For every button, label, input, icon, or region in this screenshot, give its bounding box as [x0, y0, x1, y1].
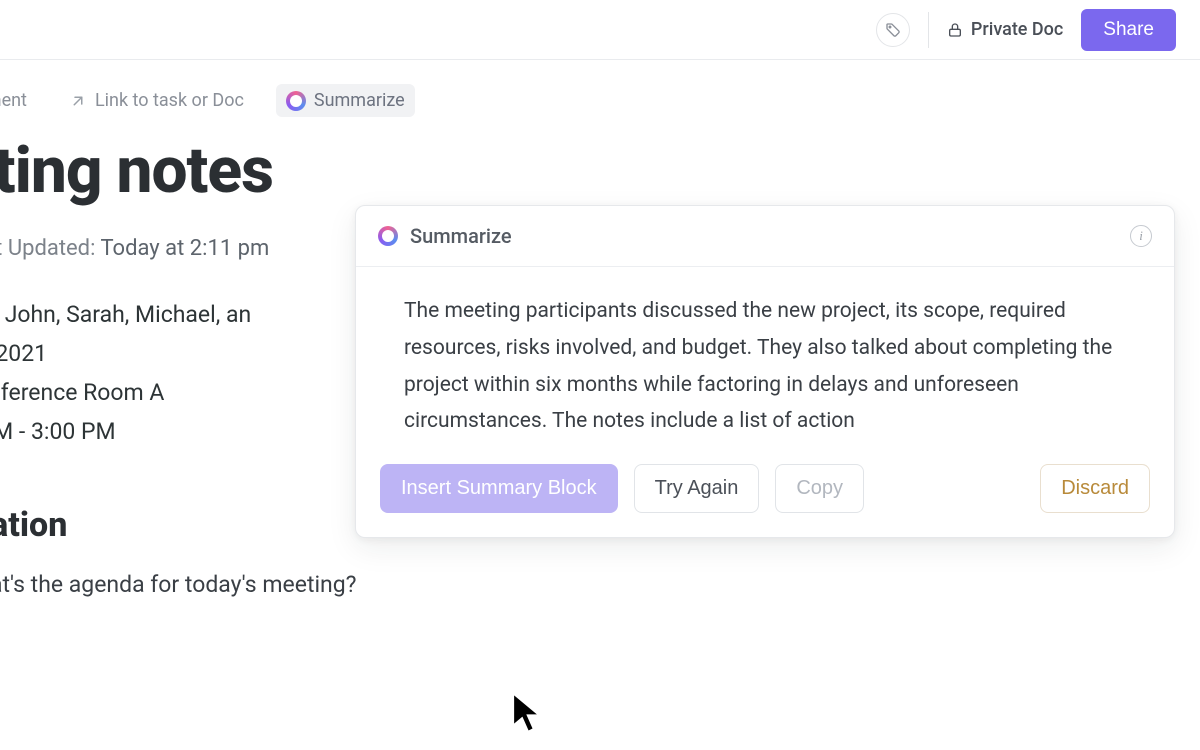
- doc-toolbar: mment Link to task or Doc Summarize: [0, 60, 1200, 129]
- copy-button[interactable]: Copy: [775, 464, 864, 513]
- last-updated-value: Today at 2:11 pm: [100, 236, 269, 261]
- insert-summary-button[interactable]: Insert Summary Block: [380, 464, 618, 513]
- discard-button[interactable]: Discard: [1040, 464, 1150, 513]
- conversation-line: what's the agenda for today's meeting?: [0, 571, 1200, 598]
- privacy-toggle[interactable]: Private Doc: [947, 19, 1063, 40]
- link-tool-label: Link to task or Doc: [95, 90, 244, 111]
- participants-value: John, Sarah, Michael, an: [5, 301, 251, 328]
- popover-header: Summarize i: [356, 206, 1174, 267]
- page-title: eting notes: [0, 133, 1200, 208]
- comment-tool[interactable]: mment: [0, 84, 37, 117]
- link-tool[interactable]: Link to task or Doc: [59, 84, 254, 117]
- try-again-button[interactable]: Try Again: [634, 464, 760, 513]
- tag-icon-button[interactable]: [876, 13, 910, 47]
- last-updated-prefix: Last Updated:: [0, 236, 95, 261]
- divider: [928, 12, 929, 48]
- link-icon: [69, 92, 87, 110]
- lock-icon: [947, 22, 963, 38]
- popover-actions: Insert Summary Block Try Again Copy Disc…: [356, 450, 1174, 537]
- summarize-popover: Summarize i The meeting participants dis…: [355, 205, 1175, 538]
- privacy-label: Private Doc: [971, 19, 1063, 40]
- summarize-tool[interactable]: Summarize: [276, 84, 415, 117]
- summary-text: The meeting participants discussed the n…: [356, 267, 1174, 450]
- popover-title: Summarize: [410, 224, 512, 248]
- ai-icon: [286, 91, 306, 111]
- tag-icon: [885, 22, 901, 38]
- share-button[interactable]: Share: [1081, 9, 1176, 51]
- ai-icon: [378, 226, 398, 246]
- mouse-cursor: [510, 690, 546, 742]
- info-icon[interactable]: i: [1130, 225, 1152, 247]
- comment-tool-label: mment: [0, 90, 27, 111]
- summarize-tool-label: Summarize: [314, 90, 405, 111]
- top-bar: Private Doc Share: [0, 0, 1200, 60]
